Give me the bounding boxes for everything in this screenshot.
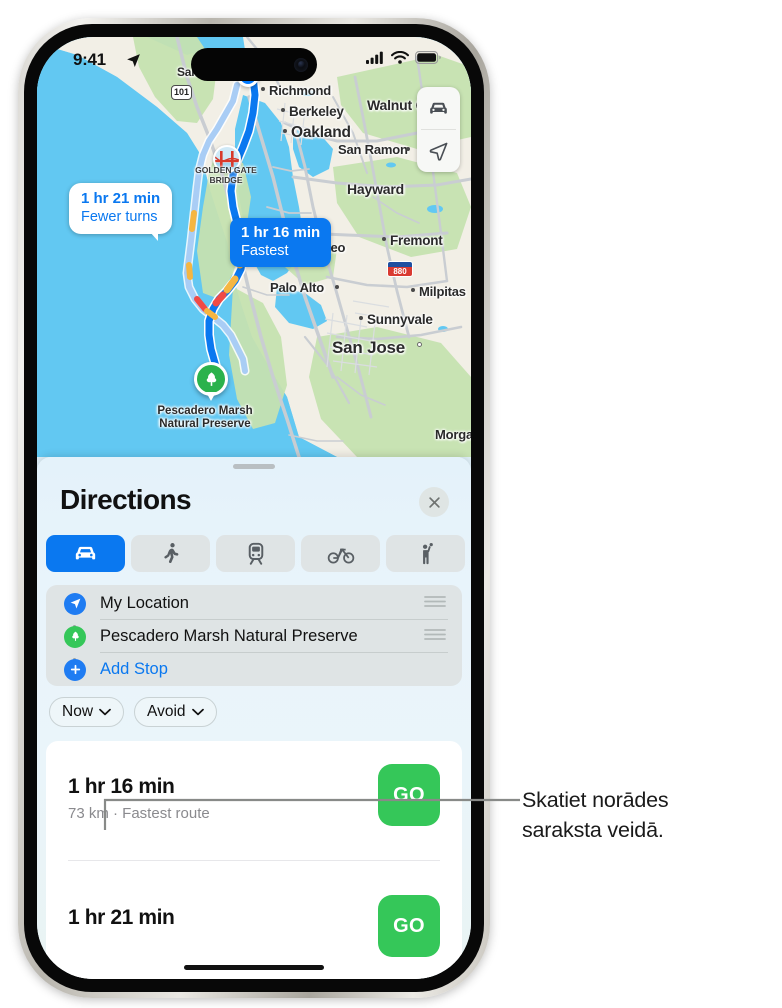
annotation-line-2: saraksta veidā. <box>522 818 664 842</box>
annotation-line-1: Skatiet norādes <box>522 788 669 812</box>
annotation-text: Skatiet norādes saraksta veidā. <box>522 785 669 845</box>
annotation-leader-line <box>103 798 520 830</box>
